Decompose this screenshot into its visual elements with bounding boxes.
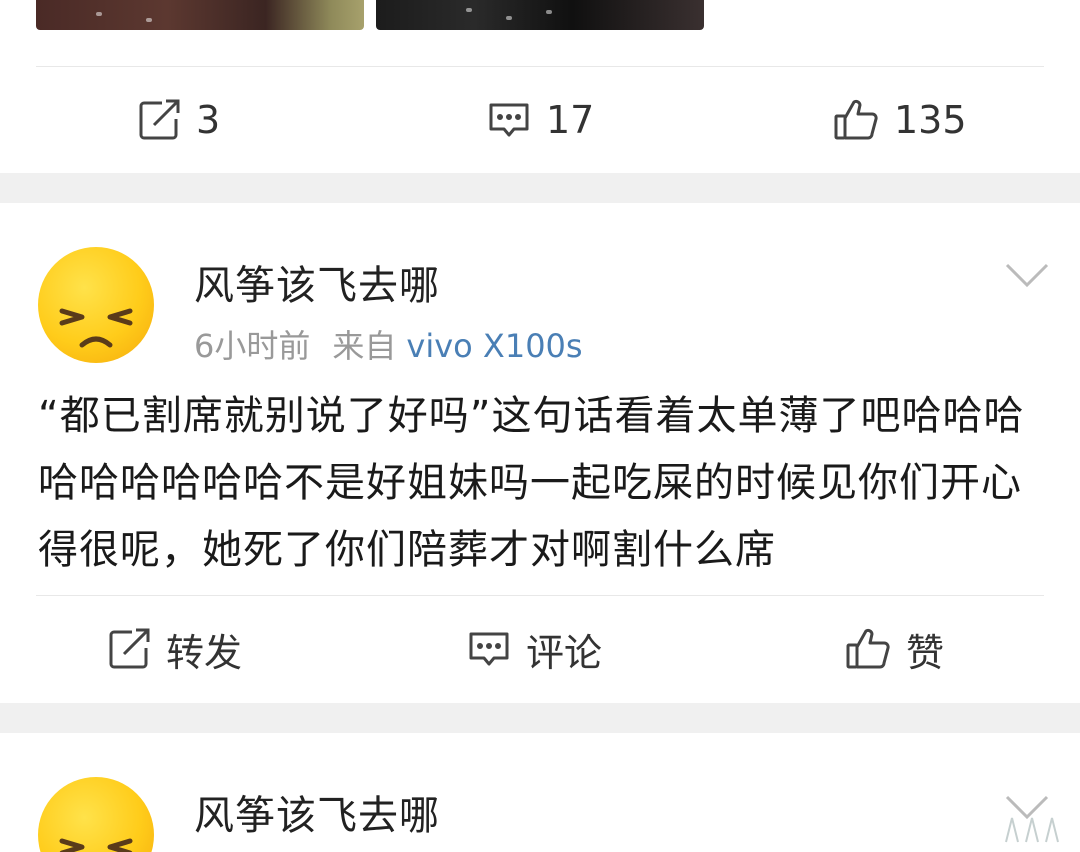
annoyed-face-icon bbox=[59, 308, 133, 348]
post-card: 风筝该飞去哪 6小时前 来自 vivo X100s “都已割席就别说了好吗”这句话看… bbox=[0, 203, 1080, 703]
annoyed-face-icon bbox=[59, 838, 133, 852]
repost-icon bbox=[136, 97, 182, 143]
avatar[interactable] bbox=[38, 777, 154, 852]
thumbs-up-icon bbox=[844, 625, 892, 673]
like-button[interactable]: 赞 bbox=[844, 596, 944, 702]
comment-count: 17 bbox=[546, 98, 595, 142]
like-count: 135 bbox=[894, 98, 967, 142]
prev-like-button[interactable]: 135 bbox=[832, 67, 967, 173]
chevron-down-icon[interactable] bbox=[1004, 261, 1050, 293]
repost-button[interactable]: 转发 bbox=[106, 596, 242, 702]
thumbs-up-icon bbox=[832, 96, 880, 144]
comment-icon bbox=[486, 97, 532, 143]
feed-separator bbox=[0, 173, 1080, 203]
comment-label: 评论 bbox=[526, 630, 603, 675]
next-post-card: 风筝该飞去哪 bbox=[0, 733, 1080, 852]
post-username[interactable]: 风筝该飞去哪 bbox=[194, 253, 440, 311]
prev-post-image-1[interactable] bbox=[36, 0, 364, 30]
repost-icon bbox=[106, 626, 152, 672]
comment-icon bbox=[466, 626, 512, 672]
repost-label: 转发 bbox=[166, 630, 243, 675]
prev-post-image-2[interactable] bbox=[376, 0, 704, 30]
feed-separator bbox=[0, 703, 1080, 733]
prev-comment-button[interactable]: 17 bbox=[486, 67, 594, 173]
repost-count: 3 bbox=[196, 98, 221, 142]
avatar[interactable] bbox=[38, 247, 154, 363]
prev-post-images bbox=[0, 0, 1080, 30]
post-source-prefix: 来自 bbox=[332, 327, 397, 365]
post-device[interactable]: vivo X100s bbox=[406, 327, 582, 365]
post-action-bar: 转发 评论 赞 bbox=[0, 596, 1080, 702]
prev-post-action-bar: 3 17 135 bbox=[0, 67, 1080, 173]
prev-repost-button[interactable]: 3 bbox=[136, 67, 220, 173]
comment-button[interactable]: 评论 bbox=[466, 596, 602, 702]
like-label: 赞 bbox=[906, 630, 945, 675]
post-content: “都已割席就别说了好吗”这句话看着太单薄了吧哈哈哈哈哈哈哈哈哈不是好姐妹吗一起吃… bbox=[38, 393, 1025, 573]
watermark bbox=[1002, 812, 1072, 846]
post-meta: 6小时前 来自 vivo X100s bbox=[194, 321, 583, 367]
post-time: 6小时前 bbox=[194, 327, 311, 365]
weibo-feed: 3 17 135 风筝该飞去哪 6小时前 来自 vivo X100s “都已割席… bbox=[0, 0, 1080, 852]
next-post-username[interactable]: 风筝该飞去哪 bbox=[194, 783, 440, 841]
